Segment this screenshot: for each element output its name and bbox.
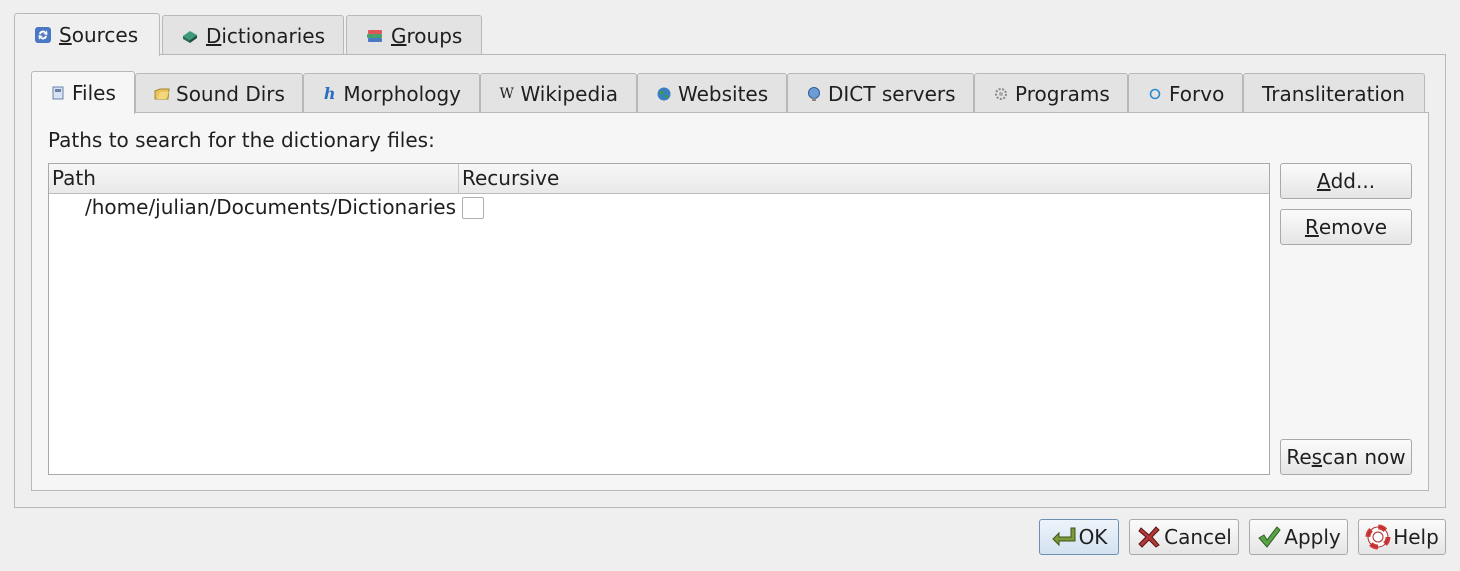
tab-dictionaries[interactable]: Dictionaries <box>162 15 344 55</box>
tab-dict-servers-label: DICT servers <box>828 81 956 106</box>
apply-button[interactable]: Apply <box>1249 519 1348 555</box>
apply-icon <box>1256 524 1282 550</box>
table-header: Path Recursive <box>49 164 1269 194</box>
tab-wikipedia-label: Wikipedia <box>520 81 618 106</box>
tab-sources[interactable]: Sources <box>14 13 160 56</box>
dict-servers-icon <box>806 86 822 102</box>
sound-dirs-icon <box>154 86 170 102</box>
cancel-icon <box>1136 524 1162 550</box>
top-tabbar: Sources Dictionaries Groups <box>14 13 484 56</box>
groups-icon <box>365 26 385 46</box>
remove-button[interactable]: Remove <box>1280 209 1412 245</box>
tab-files[interactable]: Files <box>31 71 135 114</box>
forvo-icon <box>1147 86 1163 102</box>
path-cell[interactable]: /home/julian/Documents/Dictionaries <box>49 195 459 219</box>
recursive-checkbox[interactable] <box>462 196 484 219</box>
tab-forvo-label: Forvo <box>1169 81 1225 106</box>
tab-wikipedia[interactable]: W Wikipedia <box>480 73 637 113</box>
tab-websites-label: Websites <box>678 81 769 106</box>
tab-groups-label: Groups <box>391 23 463 48</box>
ok-icon <box>1051 524 1077 550</box>
tab-websites[interactable]: Websites <box>637 73 787 113</box>
tab-files-label: Files <box>72 81 116 105</box>
tab-dict-servers[interactable]: DICT servers <box>787 73 974 113</box>
tab-transliteration-label: Transliteration <box>1262 81 1405 106</box>
tab-sources-label: Sources <box>59 23 139 47</box>
morphology-icon: h <box>323 84 336 103</box>
tab-forvo[interactable]: Forvo <box>1128 73 1243 113</box>
paths-table[interactable]: Path Recursive /home/julian/Documents/Di… <box>48 163 1270 475</box>
add-button[interactable]: Add... <box>1280 163 1412 199</box>
ok-button[interactable]: OK <box>1039 519 1119 555</box>
tab-sound-dirs[interactable]: Sound Dirs <box>135 73 303 113</box>
tab-groups[interactable]: Groups <box>346 15 482 55</box>
paths-label: Paths to search for the dictionary files… <box>48 128 435 152</box>
tab-sound-dirs-label: Sound Dirs <box>176 81 285 106</box>
cancel-button[interactable]: Cancel <box>1129 519 1239 555</box>
tab-morphology[interactable]: h Morphology <box>303 73 480 113</box>
tab-programs[interactable]: Programs <box>974 73 1128 113</box>
sources-icon <box>33 25 53 45</box>
websites-icon <box>656 86 672 102</box>
column-header-recursive[interactable]: Recursive <box>459 164 1269 193</box>
rescan-now-button[interactable]: Re s can now <box>1280 439 1412 475</box>
help-button[interactable]: Help <box>1358 519 1446 555</box>
table-row[interactable]: /home/julian/Documents/Dictionaries <box>49 194 1269 220</box>
tab-transliteration[interactable]: Transliteration <box>1243 73 1425 113</box>
sources-subtabbar: Files Sound Dirs h Morphology W Wikipedi… <box>31 71 1425 114</box>
dictionaries-icon <box>181 26 200 46</box>
tab-dictionaries-label: Dictionaries <box>205 23 325 48</box>
tab-morphology-label: Morphology <box>343 81 461 106</box>
recursive-cell <box>459 196 484 219</box>
programs-icon <box>993 86 1009 102</box>
column-header-path[interactable]: Path <box>49 164 459 193</box>
files-icon <box>50 85 66 101</box>
tab-programs-label: Programs <box>1015 81 1110 106</box>
help-icon <box>1365 524 1391 550</box>
wikipedia-icon: W <box>499 85 514 102</box>
preferences-dialog: Sources Dictionaries Groups Files Sound … <box>0 0 1460 571</box>
